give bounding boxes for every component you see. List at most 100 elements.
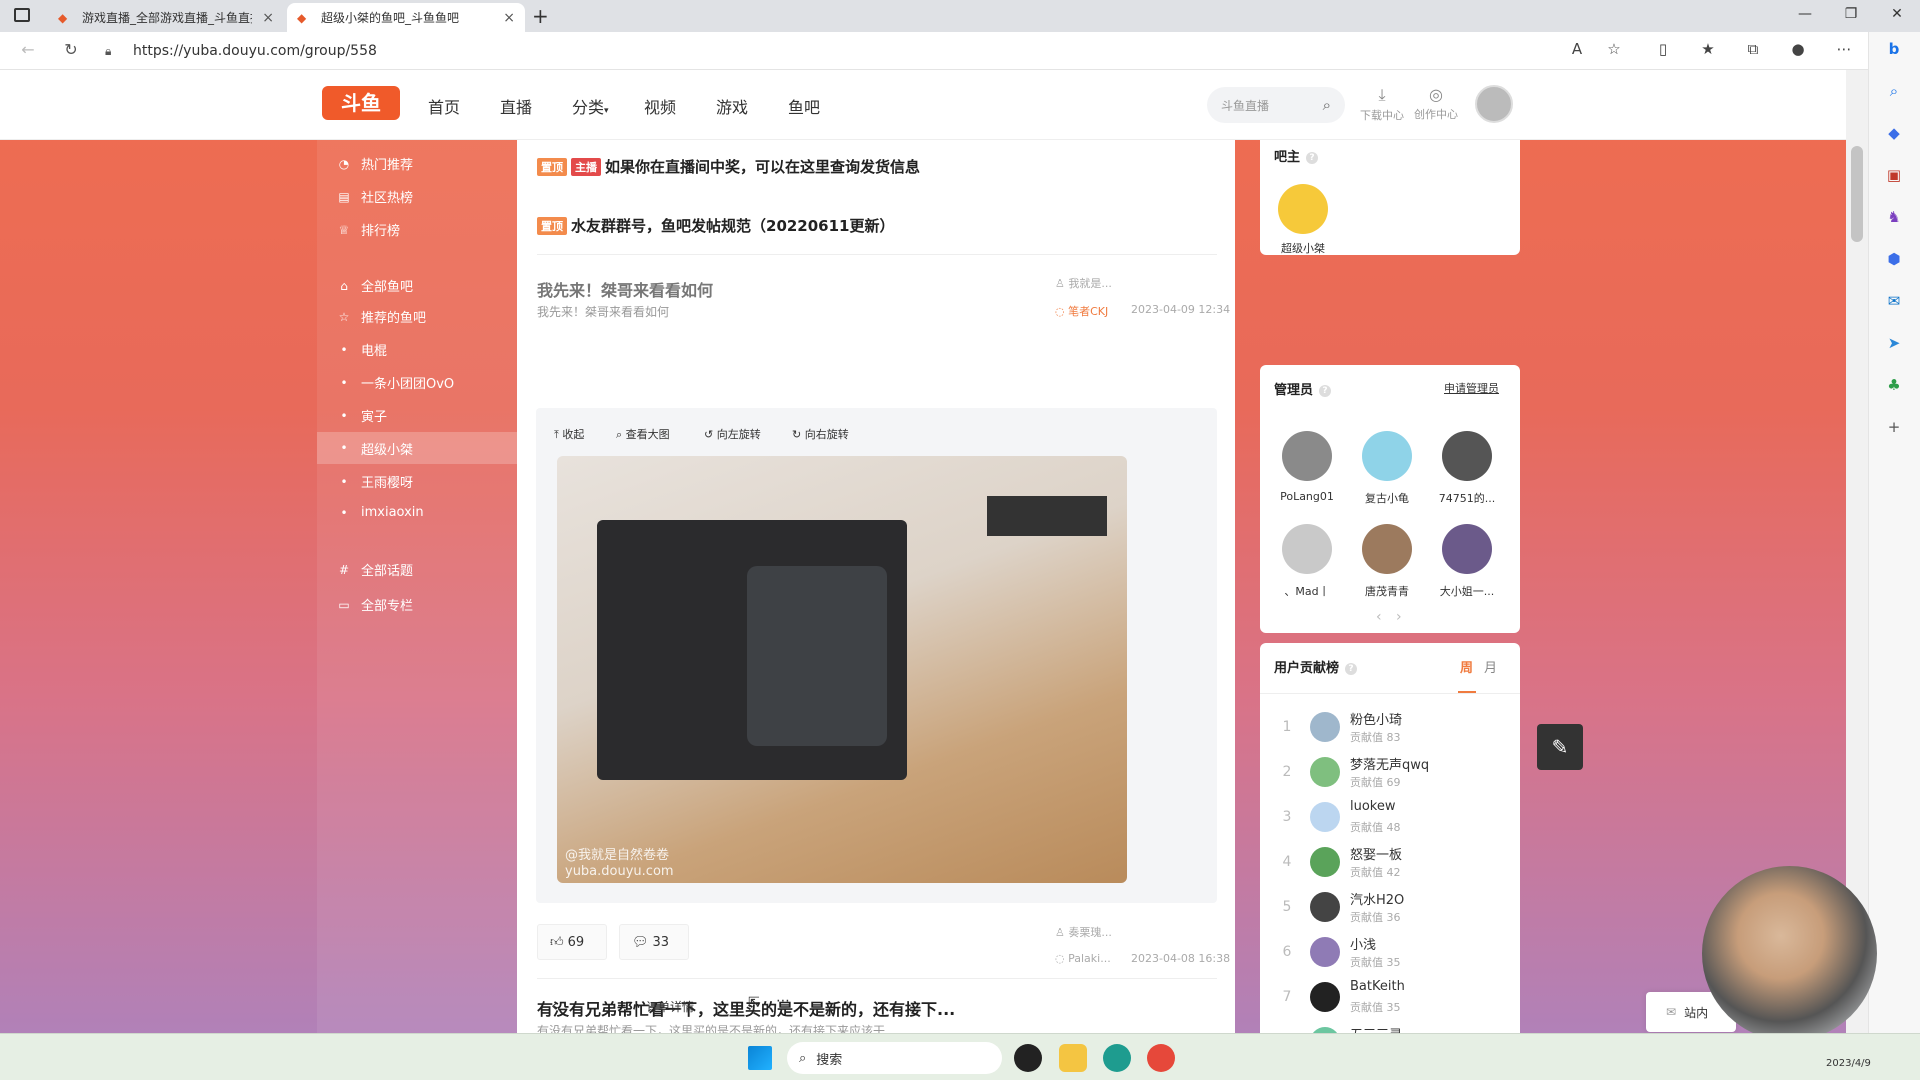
send-icon[interactable]: ➤ xyxy=(1883,334,1905,356)
rank-name[interactable]: 粉色小琦 xyxy=(1350,709,1402,728)
search-icon[interactable]: ⌕ xyxy=(1323,96,1331,114)
rank-avatar[interactable] xyxy=(1310,982,1340,1012)
sidebar-item-ranking[interactable]: ♕ 排行榜 xyxy=(337,220,400,240)
owner-name[interactable]: 超级小桀 xyxy=(1263,240,1343,256)
post-author[interactable]: ♙ 奏栗瑰... xyxy=(1055,924,1112,940)
more-icon[interactable]: ⋯ xyxy=(1832,40,1856,62)
rotate-right-button[interactable]: ↻ 向右旋转 xyxy=(792,426,849,442)
next-page-icon[interactable]: › xyxy=(1396,609,1402,625)
sidebar-group-item[interactable]: • 寅子 xyxy=(337,406,387,426)
sidebar-group-item[interactable]: • 王雨樱呀 xyxy=(337,472,413,492)
admin-avatar[interactable] xyxy=(1362,431,1412,481)
minimize-icon[interactable]: — xyxy=(1782,6,1828,22)
admin-name[interactable]: 、Mad丨 xyxy=(1267,583,1347,599)
chrome-icon[interactable] xyxy=(1147,1044,1175,1072)
rank-name[interactable]: 怒娶一板 xyxy=(1350,844,1402,863)
scrollbar-thumb[interactable] xyxy=(1851,146,1863,242)
tab-month[interactable]: 月 xyxy=(1484,657,1497,676)
admin-avatar[interactable] xyxy=(1442,431,1492,481)
back-chevron-icon[interactable]: ‹ xyxy=(551,996,557,1015)
nav-yuba[interactable]: 鱼吧 xyxy=(788,94,820,118)
bing-icon[interactable]: b xyxy=(1883,40,1905,62)
nav-video[interactable]: 视频 xyxy=(644,94,676,118)
user-avatar[interactable] xyxy=(1475,85,1513,123)
owner-avatar[interactable] xyxy=(1278,184,1328,234)
sidebar-group-item[interactable]: • 一条小团团OvO xyxy=(337,373,454,393)
favorites-icon[interactable]: ★ xyxy=(1696,40,1720,62)
rank-avatar[interactable] xyxy=(1310,847,1340,877)
admin-avatar[interactable] xyxy=(1282,524,1332,574)
sidebar-group-item[interactable]: • imxiaoxin xyxy=(337,505,423,520)
sidebar-item-all-groups[interactable]: ⌂ 全部鱼吧 xyxy=(337,276,413,296)
nav-home[interactable]: 首页 xyxy=(428,94,460,118)
admin-avatar[interactable] xyxy=(1282,431,1332,481)
nav-category[interactable]: 分类▾ xyxy=(572,94,609,118)
nav-game[interactable]: 游戏 xyxy=(716,94,748,118)
edge-icon[interactable] xyxy=(1103,1044,1131,1072)
tree-icon[interactable]: ♣ xyxy=(1883,376,1905,398)
help-icon[interactable]: ? xyxy=(1306,151,1319,164)
comment-button[interactable]: 💬︎ 33 xyxy=(619,924,689,960)
rank-name[interactable]: 五三三灵 xyxy=(1350,1024,1402,1033)
sidebar-toggle-icon[interactable] xyxy=(14,8,30,22)
restore-icon[interactable]: ❐ xyxy=(1828,6,1874,22)
windows-start-icon[interactable] xyxy=(748,1046,772,1070)
tag-icon[interactable]: ◆ xyxy=(1883,124,1905,146)
read-aloud-icon[interactable]: A xyxy=(1565,40,1589,62)
sidebar-item-recommended[interactable]: ☆ 推荐的鱼吧 xyxy=(337,307,426,327)
view-large-button[interactable]: ⌕ 查看大图 xyxy=(616,426,670,442)
write-post-button[interactable]: ✎ xyxy=(1537,724,1583,770)
more-dots-icon[interactable]: ⋯ xyxy=(776,993,790,1009)
admin-name[interactable]: PoLang01 xyxy=(1267,490,1347,503)
browser-tab-1[interactable]: ◆ 游戏直播_全部游戏直播_斗鱼直播 × xyxy=(48,3,284,32)
collections-icon[interactable]: ⧉ xyxy=(1741,40,1765,62)
pinned-post-1[interactable]: 置顶 主播 如果你在直播间中奖，可以在这里查询发货信息 xyxy=(537,156,920,177)
add-icon[interactable]: + xyxy=(1883,418,1905,440)
admin-avatar[interactable] xyxy=(1362,524,1412,574)
admin-avatar[interactable] xyxy=(1442,524,1492,574)
split-screen-icon[interactable]: ▯ xyxy=(1651,40,1675,62)
rotate-left-button[interactable]: ↺ 向左旋转 xyxy=(704,426,761,442)
close-window-icon[interactable]: ✕ xyxy=(1874,6,1920,22)
collapse-button[interactable]: ⤒ 收起 xyxy=(554,426,584,442)
rank-name[interactable]: luokew xyxy=(1350,799,1396,814)
profile-icon[interactable]: ● xyxy=(1786,40,1810,62)
sidebar-item-hotlist[interactable]: ▤ 社区热榜 xyxy=(337,187,413,207)
refresh-icon[interactable]: ↻ xyxy=(58,40,84,62)
rank-name[interactable]: 梦落无声qwq xyxy=(1350,754,1429,773)
sidebar-item-columns[interactable]: ▭ 全部专栏 xyxy=(337,595,413,615)
help-icon[interactable]: ? xyxy=(1319,384,1332,397)
rank-name[interactable]: 小浅 xyxy=(1350,934,1376,953)
rank-avatar[interactable] xyxy=(1310,712,1340,742)
close-icon[interactable]: × xyxy=(262,10,274,26)
admin-name[interactable]: 复古小龟 xyxy=(1347,490,1427,506)
post-author[interactable]: ♙ 我就是... xyxy=(1055,275,1112,291)
rank-avatar[interactable] xyxy=(1310,757,1340,787)
prev-page-icon[interactable]: ‹ xyxy=(1376,609,1382,625)
qq-icon[interactable] xyxy=(1014,1044,1042,1072)
apply-admin-link[interactable]: 申请管理员 xyxy=(1444,380,1499,396)
post-photo[interactable]: @我就是自然卷卷 yuba.douyu.com xyxy=(557,456,1127,883)
sidebar-group-item[interactable]: • 电棍 xyxy=(337,340,387,360)
file-explorer-icon[interactable] xyxy=(1059,1044,1087,1072)
rank-avatar[interactable] xyxy=(1310,802,1340,832)
like-button[interactable]: 👍︎ 69 xyxy=(537,924,607,960)
help-icon[interactable]: ? xyxy=(1345,662,1358,675)
new-tab-button[interactable]: + xyxy=(532,4,549,28)
taskbar-search[interactable]: ⌕ 搜索 xyxy=(787,1042,1002,1074)
douyu-logo[interactable]: 斗鱼 xyxy=(322,86,400,120)
favorite-add-icon[interactable]: ☆ xyxy=(1602,40,1626,62)
rank-name[interactable]: BatKeith xyxy=(1350,979,1405,994)
sidebar-item-topics[interactable]: # 全部话题 xyxy=(337,560,413,580)
rank-name[interactable]: 汽水H2O xyxy=(1350,889,1404,908)
admin-name[interactable]: 大小姐一... xyxy=(1427,583,1507,599)
nav-live[interactable]: 直播 xyxy=(500,94,532,118)
post-title[interactable]: 我先来！桀哥来看看如何 xyxy=(537,277,713,301)
tab-week[interactable]: 周 xyxy=(1460,657,1473,676)
post-commenter[interactable]: ◌ Palaki... xyxy=(1055,952,1111,965)
download-center-button[interactable]: ⤓ 下载中心 xyxy=(1356,85,1408,123)
outlook-icon[interactable]: ✉ xyxy=(1883,292,1905,314)
sidebar-item-hot[interactable]: ◔ 热门推荐 xyxy=(337,154,413,174)
sidebar-group-item-selected[interactable]: • 超级小桀 xyxy=(317,432,517,464)
share-icon[interactable]: ⇱ xyxy=(748,995,760,1011)
